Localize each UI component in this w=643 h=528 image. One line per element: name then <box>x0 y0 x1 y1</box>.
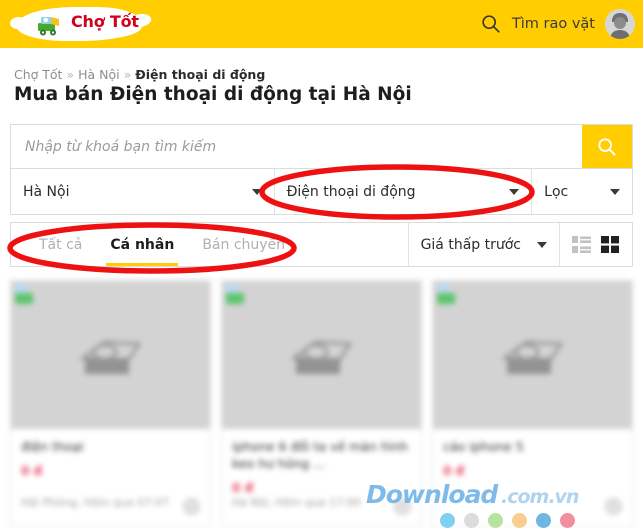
listing-body: iphone 6 đổi ta về màn hình keo hư hỏng … <box>222 429 421 527</box>
chevron-down-icon <box>537 241 547 248</box>
chevron-down-icon <box>509 188 520 195</box>
tab-label: Bán chuyên <box>202 236 286 253</box>
site-header: Chợ Tốt Tìm rao vặt <box>0 0 643 48</box>
header-search-label[interactable]: Tìm rao vặt <box>512 16 595 32</box>
seller-type-tabs: Tất cả Cá nhân Bán chuyên <box>11 223 299 266</box>
listing-image <box>433 281 632 429</box>
listing-meta: Hải Phòng, Hôm qua 07:07 <box>21 496 169 509</box>
seller-avatar-icon <box>605 498 622 515</box>
view-mode-switch <box>560 223 632 266</box>
listing-price: 0 đ <box>443 463 465 478</box>
image-placeholder-icon <box>289 340 353 374</box>
results-toolbar: Tất cả Cá nhân Bán chuyên Giá thấp trước <box>10 222 633 267</box>
location-filter-label: Hà Nội <box>23 183 70 200</box>
tab-label: Tất cả <box>39 236 83 253</box>
chevron-down-icon <box>610 188 620 195</box>
listing-meta: Hà Nội, Hôm qua 17:00 <box>232 496 361 509</box>
seller-avatar-icon <box>183 498 200 515</box>
listing-card[interactable]: iphone 6 đổi ta về màn hình keo hư hỏng … <box>221 280 422 528</box>
verified-badge <box>437 293 455 304</box>
listing-image <box>222 281 421 429</box>
verified-badge <box>226 293 244 304</box>
tab-tat-ca[interactable]: Tất cả <box>25 223 96 266</box>
listing-card[interactable]: điện thoại 0 đ Hải Phòng, Hôm qua 07:07 <box>10 280 211 528</box>
tab-ca-nhan[interactable]: Cá nhân <box>96 223 188 266</box>
tab-ban-chuyen[interactable]: Bán chuyên <box>188 223 299 266</box>
sort-label: Giá thấp trước <box>420 236 521 253</box>
logo-text: Chợ Tốt <box>71 12 139 31</box>
filter-bar: Hà Nội Điện thoại di động Lọc <box>10 169 633 215</box>
breadcrumb-separator: » <box>123 67 132 82</box>
search-submit-button[interactable] <box>582 125 632 168</box>
page-root: Chợ Tốt Tìm rao vặt Chợ Tốt» Hà Nội» Điện … <box>0 0 643 528</box>
chevron-down-icon <box>251 188 262 195</box>
image-placeholder-icon <box>500 340 564 374</box>
breadcrumb-separator: » <box>66 67 75 82</box>
market-cart-icon <box>38 17 59 36</box>
listing-body: cáo iphone 5 0 đ <box>433 429 632 527</box>
listing-title: cáo iphone 5 <box>443 439 524 454</box>
tab-label: Cá nhân <box>110 236 175 253</box>
more-filters-label: Lọc <box>544 183 569 200</box>
list-view-icon[interactable] <box>572 236 591 253</box>
user-avatar-icon[interactable] <box>605 9 635 39</box>
listing-price: 0 đ <box>232 480 254 495</box>
search-icon <box>598 137 616 156</box>
toolbar-right: Giá thấp trước <box>407 223 632 266</box>
category-filter-dropdown[interactable]: Điện thoại di động <box>275 169 533 214</box>
grid-view-icon[interactable] <box>601 236 620 253</box>
breadcrumb-item-1[interactable]: Hà Nội <box>78 67 120 82</box>
listing-grid: điện thoại 0 đ Hải Phòng, Hôm qua 07:07 … <box>10 280 633 528</box>
location-filter-dropdown[interactable]: Hà Nội <box>11 169 275 214</box>
sort-dropdown[interactable]: Giá thấp trước <box>407 223 560 266</box>
search-bar <box>10 124 633 169</box>
listing-card[interactable]: cáo iphone 5 0 đ <box>432 280 633 528</box>
listing-title: iphone 6 đổi ta về màn hình keo hư hỏng … <box>232 439 409 471</box>
listing-title: điện thoại <box>21 439 84 454</box>
header-actions: Tìm rao vặt <box>480 0 635 48</box>
verified-badge <box>15 293 33 304</box>
category-filter-label: Điện thoại di động <box>286 183 416 200</box>
page-title: Mua bán Điện thoại di động tại Hà Nội <box>14 84 412 105</box>
search-input[interactable] <box>11 125 582 168</box>
site-logo[interactable]: Chợ Tốt <box>14 4 144 44</box>
listing-price: 0 đ <box>21 463 43 478</box>
breadcrumb-item-0[interactable]: Chợ Tốt <box>14 67 62 82</box>
image-placeholder-icon <box>78 340 142 374</box>
breadcrumb-item-2: Điện thoại di động <box>135 67 266 82</box>
more-filters-dropdown[interactable]: Lọc <box>532 169 632 214</box>
breadcrumb: Chợ Tốt» Hà Nội» Điện thoại di động <box>14 67 265 82</box>
listing-image <box>11 281 210 429</box>
search-icon[interactable] <box>480 13 502 35</box>
listing-body: điện thoại 0 đ Hải Phòng, Hôm qua 07:07 <box>11 429 210 527</box>
seller-avatar-icon <box>394 498 411 515</box>
